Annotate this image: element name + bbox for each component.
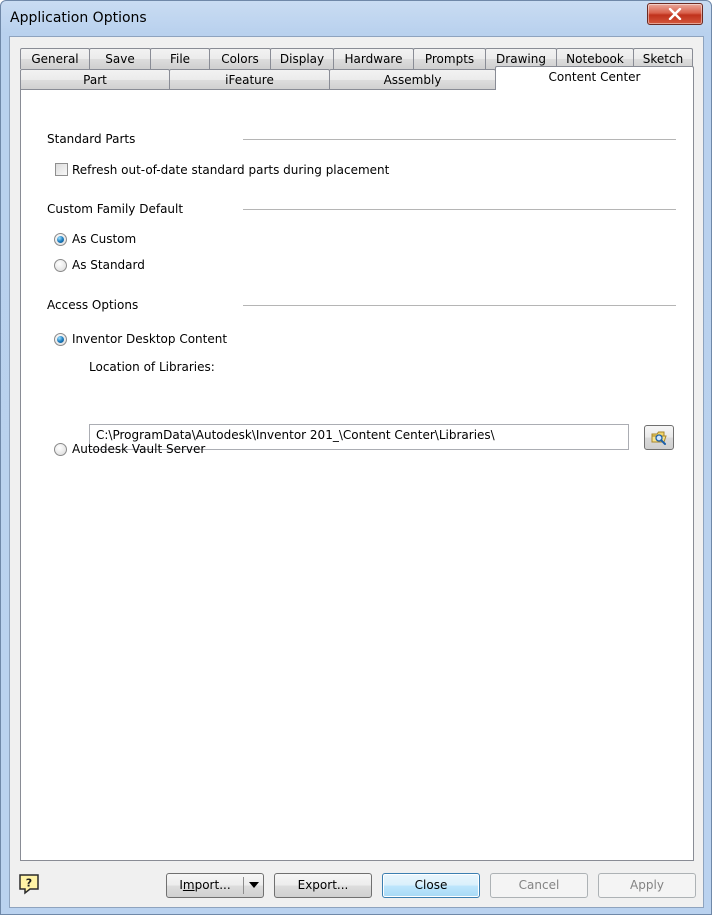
import-button[interactable]: Import... [167, 874, 243, 897]
refresh-standard-parts-checkbox[interactable] [55, 163, 68, 176]
title-bar[interactable]: Application Options [1, 1, 711, 35]
window-title: Application Options [10, 10, 147, 26]
browse-libraries-button[interactable] [644, 425, 674, 450]
tab-file[interactable]: File [150, 48, 210, 69]
custom-family-default-label: Custom Family Default [47, 202, 184, 216]
svg-text:?: ? [26, 877, 32, 890]
tab-general[interactable]: General [20, 48, 90, 69]
autodesk-vault-server-label[interactable]: Autodesk Vault Server [72, 442, 205, 456]
tab-hardware[interactable]: Hardware [333, 48, 414, 69]
triangle-down-icon[interactable] [249, 882, 259, 888]
as-custom-label[interactable]: As Custom [72, 232, 136, 246]
standard-parts-separator [243, 139, 676, 141]
inventor-desktop-content-radio[interactable] [54, 333, 67, 346]
custom-family-separator [243, 209, 676, 211]
tab-prompts[interactable]: Prompts [413, 48, 486, 69]
cancel-button[interactable]: Cancel [490, 873, 588, 898]
tab-ifeature[interactable]: iFeature [169, 69, 330, 90]
location-of-libraries-label: Location of Libraries: [89, 360, 215, 374]
application-options-window: Application Options General Save File Co… [0, 0, 712, 915]
tab-colors[interactable]: Colors [209, 48, 271, 69]
import-split-separator [243, 877, 244, 894]
refresh-standard-parts-label[interactable]: Refresh out-of-date standard parts durin… [72, 163, 389, 177]
access-options-label: Access Options [47, 298, 139, 312]
tab-save[interactable]: Save [89, 48, 151, 69]
tab-assembly[interactable]: Assembly [329, 69, 496, 90]
tab-part[interactable]: Part [20, 69, 170, 90]
as-standard-radio[interactable] [54, 259, 67, 272]
autodesk-vault-server-radio[interactable] [54, 443, 67, 456]
help-question-icon: ? [19, 874, 39, 895]
help-button[interactable]: ? [18, 873, 40, 895]
inventor-desktop-content-label[interactable]: Inventor Desktop Content [72, 332, 227, 346]
tab-display[interactable]: Display [270, 48, 334, 69]
import-label-mnemonic: m [182, 878, 195, 892]
close-button[interactable]: Close [382, 873, 480, 898]
content-center-panel: Standard Parts Refresh out-of-date stand… [20, 89, 694, 861]
close-x-icon [668, 8, 682, 20]
window-close-button[interactable] [647, 3, 703, 25]
standard-parts-label: Standard Parts [47, 132, 136, 146]
tab-content-center[interactable]: Content Center [495, 66, 694, 90]
apply-button[interactable]: Apply [598, 873, 696, 898]
folder-search-icon [651, 431, 667, 445]
dialog-client-area: General Save File Colors Display Hardwar… [9, 36, 704, 908]
as-custom-radio[interactable] [54, 233, 67, 246]
as-standard-label[interactable]: As Standard [72, 258, 145, 272]
import-label-suffix: port... [194, 878, 231, 892]
export-button[interactable]: Export... [274, 873, 372, 898]
access-options-separator [243, 305, 676, 307]
import-split-button[interactable]: Import... [166, 873, 264, 898]
